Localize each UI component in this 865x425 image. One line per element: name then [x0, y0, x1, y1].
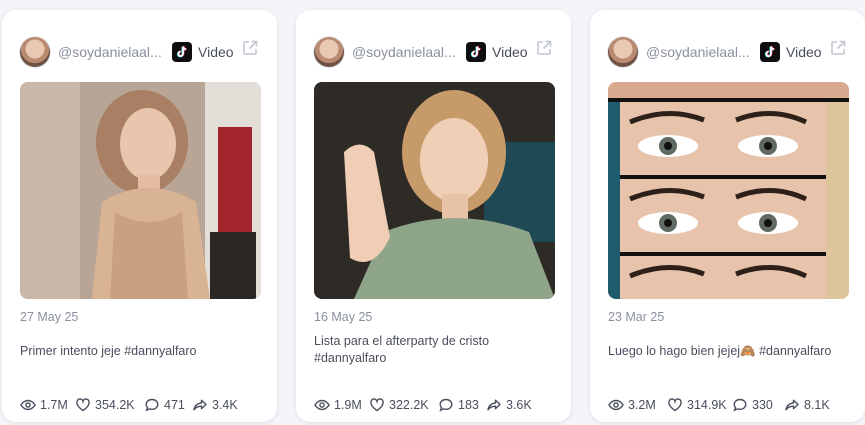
stats-row: 1.7M 354.2K 471 3.4K: [20, 396, 259, 414]
comments-count: 471: [164, 398, 185, 412]
avatar[interactable]: [314, 37, 344, 67]
eye-icon: [314, 399, 330, 411]
video-thumbnail[interactable]: [608, 82, 849, 299]
platform-label: Video: [492, 44, 528, 60]
views-count: 1.7M: [40, 398, 68, 412]
post-caption: Lista para el afterparty de cristo #dann…: [314, 334, 490, 365]
views-stat: 3.2M: [608, 396, 656, 414]
external-link-icon[interactable]: [829, 39, 847, 57]
comment-icon: [145, 398, 159, 412]
external-link-icon[interactable]: [535, 39, 553, 57]
comment-icon: [733, 398, 747, 412]
tiktok-icon: [466, 42, 486, 62]
shares-stat: 3.6K: [486, 396, 532, 414]
comments-stat: 183: [438, 396, 479, 414]
comment-icon: [439, 398, 453, 412]
avatar[interactable]: [20, 37, 50, 67]
views-count: 1.9M: [334, 398, 362, 412]
card-header: @soydanielaal... Video: [608, 37, 847, 67]
likes-stat: 322.2K: [369, 396, 429, 414]
video-thumbnail[interactable]: [20, 82, 261, 299]
video-card-3[interactable]: @soydanielaal... Video 23 Mar 25 Luego l…: [590, 10, 865, 422]
video-card-1[interactable]: @soydanielaal... Video 27 May 25 Primer …: [2, 10, 277, 422]
share-icon: [193, 399, 207, 411]
platform-label: Video: [786, 44, 822, 60]
likes-count: 354.2K: [95, 398, 135, 412]
stats-row: 3.2M 314.9K 330 8.1K: [608, 396, 847, 414]
post-caption: Luego lo hago bien jejej🙈 #dannyalfaro: [608, 344, 832, 358]
heart-icon: [76, 398, 90, 412]
comments-count: 330: [752, 398, 773, 412]
stats-row: 1.9M 322.2K 183 3.6K: [314, 396, 553, 414]
views-stat: 1.7M: [20, 396, 68, 414]
shares-count: 3.6K: [506, 398, 532, 412]
likes-stat: 354.2K: [75, 396, 135, 414]
external-link-icon[interactable]: [241, 39, 259, 57]
shares-count: 3.4K: [212, 398, 238, 412]
views-stat: 1.9M: [314, 396, 362, 414]
views-count: 3.2M: [628, 398, 656, 412]
post-date: 27 May 25: [20, 310, 79, 324]
heart-icon: [370, 398, 384, 412]
post-date: 23 Mar 25: [608, 310, 665, 324]
comments-stat: 471: [144, 396, 185, 414]
tiktok-icon: [172, 42, 192, 62]
likes-stat: 314.9K: [667, 396, 727, 414]
avatar[interactable]: [608, 37, 638, 67]
shares-count: 8.1K: [804, 398, 830, 412]
creator-handle[interactable]: @soydanielaal...: [646, 44, 750, 60]
video-thumbnail[interactable]: [314, 82, 555, 299]
card-header: @soydanielaal... Video: [20, 37, 259, 67]
share-icon: [785, 399, 799, 411]
post-date: 16 May 25: [314, 310, 373, 324]
share-icon: [487, 399, 501, 411]
post-caption: Primer intento jeje #dannyalfaro: [20, 344, 197, 358]
likes-count: 322.2K: [389, 398, 429, 412]
likes-count: 314.9K: [687, 398, 727, 412]
eye-icon: [20, 399, 36, 411]
card-header: @soydanielaal... Video: [314, 37, 553, 67]
creator-handle[interactable]: @soydanielaal...: [352, 44, 456, 60]
eye-icon: [608, 399, 624, 411]
comments-stat: 330: [732, 396, 773, 414]
heart-icon: [668, 398, 682, 412]
creator-handle[interactable]: @soydanielaal...: [58, 44, 162, 60]
video-card-2[interactable]: @soydanielaal... Video 16 May 25 Lista p…: [296, 10, 571, 422]
platform-label: Video: [198, 44, 234, 60]
shares-stat: 8.1K: [784, 396, 830, 414]
comments-count: 183: [458, 398, 479, 412]
shares-stat: 3.4K: [192, 396, 238, 414]
tiktok-icon: [760, 42, 780, 62]
